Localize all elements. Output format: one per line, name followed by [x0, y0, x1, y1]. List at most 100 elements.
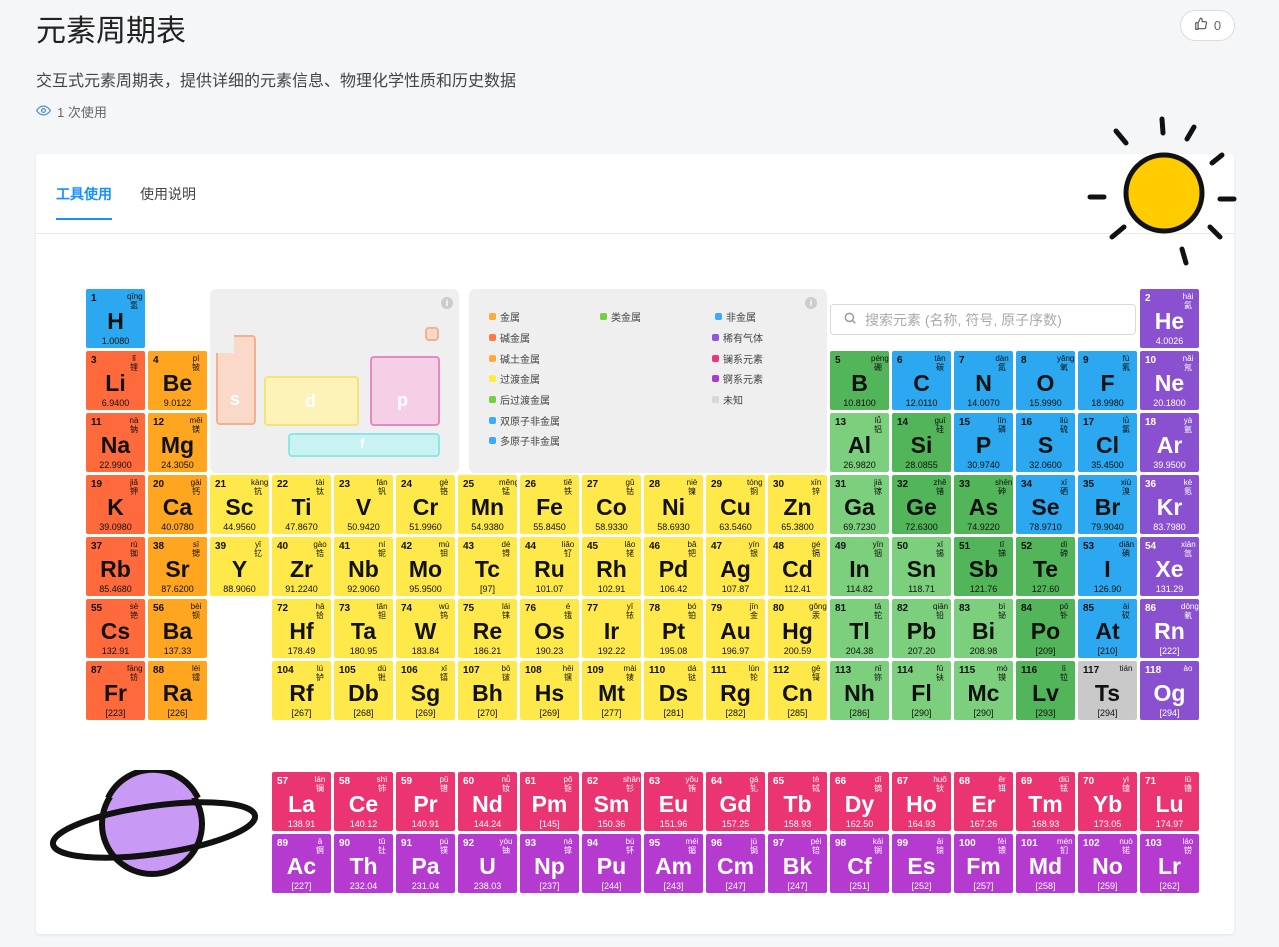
element-cell[interactable]: 71 lǔ 镥 Lu 174.97 [1140, 772, 1199, 831]
element-cell[interactable]: 47 yín 银 Ag 107.87 [706, 537, 765, 596]
element-cell[interactable]: 96 jū 锔 Cm [247] [706, 834, 765, 893]
element-cell[interactable]: 60 nǚ 钕 Nd 144.24 [458, 772, 517, 831]
element-cell[interactable]: 5 péng 硼 B 10.8100 [830, 351, 889, 410]
element-cell[interactable]: 32 zhě 锗 Ge 72.6300 [892, 475, 951, 534]
element-cell[interactable]: 87 fāng 钫 Fr [223] [86, 661, 145, 720]
element-cell[interactable]: 62 shān 钐 Sm 150.36 [582, 772, 641, 831]
element-cell[interactable]: 38 sī 锶 Sr 87.6200 [148, 537, 207, 596]
element-cell[interactable]: 79 jīn 金 Au 196.97 [706, 599, 765, 658]
legend-info-icon[interactable]: i [805, 297, 817, 309]
element-cell[interactable]: 110 dá 𫟼 Ds [281] [644, 661, 703, 720]
element-cell[interactable]: 12 měi 镁 Mg 24.3050 [148, 413, 207, 472]
element-cell[interactable]: 74 wū 钨 W 183.84 [396, 599, 455, 658]
element-cell[interactable]: 100 fèi 镄 Fm [257] [954, 834, 1013, 893]
element-cell[interactable]: 44 liǎo 钌 Ru 101.07 [520, 537, 579, 596]
element-cell[interactable]: 106 xǐ 𬭳 Sg [269] [396, 661, 455, 720]
element-cell[interactable]: 51 tī 锑 Sb 121.76 [954, 537, 1013, 596]
element-cell[interactable]: 82 qiān 铅 Pb 207.20 [892, 599, 951, 658]
element-cell[interactable]: 17 lǜ 氯 Cl 35.4500 [1078, 413, 1137, 472]
legend-item[interactable]: 非金属 [715, 309, 756, 324]
legend-item[interactable]: 碱金属 [489, 330, 530, 345]
element-cell[interactable]: 25 měng 锰 Mn 54.9380 [458, 475, 517, 534]
info-icon[interactable]: i [441, 297, 453, 309]
element-cell[interactable]: 30 xīn 锌 Zn 65.3800 [768, 475, 827, 534]
element-cell[interactable]: 39 yǐ 钇 Y 88.9060 [210, 537, 269, 596]
legend-item[interactable]: 金属 [489, 309, 520, 324]
legend-item[interactable]: 过渡金属 [489, 371, 540, 386]
element-cell[interactable]: 75 lái 铼 Re 186.21 [458, 599, 517, 658]
element-cell[interactable]: 90 tǔ 钍 Th 232.04 [334, 834, 393, 893]
element-cell[interactable]: 8 yǎng 氧 O 15.9990 [1016, 351, 1075, 410]
element-cell[interactable]: 92 yóu 铀 U 238.03 [458, 834, 517, 893]
element-cell[interactable]: 31 jiā 镓 Ga 69.7230 [830, 475, 889, 534]
element-cell[interactable]: 67 huǒ 钬 Ho 164.93 [892, 772, 951, 831]
element-cell[interactable]: 77 yī 铱 Ir 192.22 [582, 599, 641, 658]
legend-item[interactable]: 稀有气体 [712, 330, 763, 345]
element-cell[interactable]: 16 liú 硫 S 32.0600 [1016, 413, 1075, 472]
legend-item[interactable]: 后过渡金属 [489, 392, 550, 407]
element-cell[interactable]: 97 péi 锫 Bk [247] [768, 834, 827, 893]
element-cell[interactable]: 46 bǎ 钯 Pd 106.42 [644, 537, 703, 596]
element-cell[interactable]: 84 pō 钋 Po [209] [1016, 599, 1075, 658]
element-cell[interactable]: 37 rú 铷 Rb 85.4680 [86, 537, 145, 596]
element-cell[interactable]: 36 kè 氪 Kr 83.7980 [1140, 475, 1199, 534]
legend-item[interactable]: 镧系元素 [712, 351, 763, 366]
like-button[interactable]: 0 [1180, 10, 1235, 41]
element-cell[interactable]: 57 lán 镧 La 138.91 [272, 772, 331, 831]
element-cell[interactable]: 21 kàng 钪 Sc 44.9560 [210, 475, 269, 534]
element-cell[interactable]: 78 bó 铂 Pt 195.08 [644, 599, 703, 658]
element-cell[interactable]: 85 ài 砹 At [210] [1078, 599, 1137, 658]
element-cell[interactable]: 19 jiǎ 钾 K 39.0980 [86, 475, 145, 534]
element-cell[interactable]: 11 nà 钠 Na 22.9900 [86, 413, 145, 472]
legend-item[interactable]: 未知 [712, 392, 743, 407]
element-cell[interactable]: 58 shì 铈 Ce 140.12 [334, 772, 393, 831]
legend-item[interactable]: 碱土金属 [489, 351, 540, 366]
element-cell[interactable]: 4 pí 铍 Be 9.0122 [148, 351, 207, 410]
element-cell[interactable]: 2 hài 氦 He 4.0026 [1140, 289, 1199, 348]
element-cell[interactable]: 101 mén 钔 Md [258] [1016, 834, 1075, 893]
legend-item[interactable]: 锕系元素 [712, 371, 763, 386]
element-cell[interactable]: 13 lǚ 铝 Al 26.9820 [830, 413, 889, 472]
element-cell[interactable]: 35 xiù 溴 Br 79.9040 [1078, 475, 1137, 534]
element-cell[interactable]: 115 mò 镆 Mc [290] [954, 661, 1013, 720]
element-cell[interactable]: 93 ná 镎 Np [237] [520, 834, 579, 893]
element-cell[interactable]: 55 sè 铯 Cs 132.91 [86, 599, 145, 658]
search-input[interactable]: 搜索元素 (名称, 符号, 原子序数) [830, 304, 1136, 335]
element-cell[interactable]: 94 bù 钚 Pu [244] [582, 834, 641, 893]
element-cell[interactable]: 52 dì 碲 Te 127.60 [1016, 537, 1075, 596]
element-cell[interactable]: 23 fán 钒 V 50.9420 [334, 475, 393, 534]
element-cell[interactable]: 68 ěr 铒 Er 167.26 [954, 772, 1013, 831]
element-cell[interactable]: 118 ào Og [294] [1140, 661, 1199, 720]
element-cell[interactable]: 104 lú 𬬻 Rf [267] [272, 661, 331, 720]
element-cell[interactable]: 73 tǎn 钽 Ta 180.95 [334, 599, 393, 658]
element-cell[interactable]: 72 hā 铪 Hf 178.49 [272, 599, 331, 658]
element-cell[interactable]: 29 tóng 铜 Cu 63.5460 [706, 475, 765, 534]
element-cell[interactable]: 33 shēn 砷 As 74.9220 [954, 475, 1013, 534]
element-cell[interactable]: 89 ā 锕 Ac [227] [272, 834, 331, 893]
element-cell[interactable]: 99 āi 锿 Es [252] [892, 834, 951, 893]
element-cell[interactable]: 50 xī 锡 Sn 118.71 [892, 537, 951, 596]
element-cell[interactable]: 28 niè 镍 Ni 58.6930 [644, 475, 703, 534]
element-cell[interactable]: 108 hēi 𬭶 Hs [269] [520, 661, 579, 720]
element-cell[interactable]: 66 dī 镝 Dy 162.50 [830, 772, 889, 831]
element-cell[interactable]: 69 diū 铥 Tm 168.93 [1016, 772, 1075, 831]
element-cell[interactable]: 15 lín 磷 P 30.9740 [954, 413, 1013, 472]
element-cell[interactable]: 56 bèi 钡 Ba 137.33 [148, 599, 207, 658]
element-cell[interactable]: 59 pǔ 镨 Pr 140.91 [396, 772, 455, 831]
element-cell[interactable]: 86 dōng 氡 Rn [222] [1140, 599, 1199, 658]
element-cell[interactable]: 22 tài 钛 Ti 47.8670 [272, 475, 331, 534]
element-cell[interactable]: 80 gǒng 汞 Hg 200.59 [768, 599, 827, 658]
element-cell[interactable]: 111 lún 𬬭 Rg [282] [706, 661, 765, 720]
element-cell[interactable]: 65 tè 铽 Tb 158.93 [768, 772, 827, 831]
element-cell[interactable]: 14 guī 硅 Si 28.0855 [892, 413, 951, 472]
element-cell[interactable]: 88 léi 镭 Ra [226] [148, 661, 207, 720]
element-cell[interactable]: 102 nuò 锘 No [259] [1078, 834, 1137, 893]
element-cell[interactable]: 40 gào 锆 Zr 91.2240 [272, 537, 331, 596]
element-cell[interactable]: 45 lǎo 铑 Rh 102.91 [582, 537, 641, 596]
legend-item[interactable]: 多原子非金属 [489, 433, 560, 448]
element-cell[interactable]: 98 kāi 锎 Cf [251] [830, 834, 889, 893]
element-cell[interactable]: 70 yì 镱 Yb 173.05 [1078, 772, 1137, 831]
element-cell[interactable]: 107 bō 𬭛 Bh [270] [458, 661, 517, 720]
element-cell[interactable]: 18 yà 氩 Ar 39.9500 [1140, 413, 1199, 472]
element-cell[interactable]: 91 pú 镤 Pa 231.04 [396, 834, 455, 893]
